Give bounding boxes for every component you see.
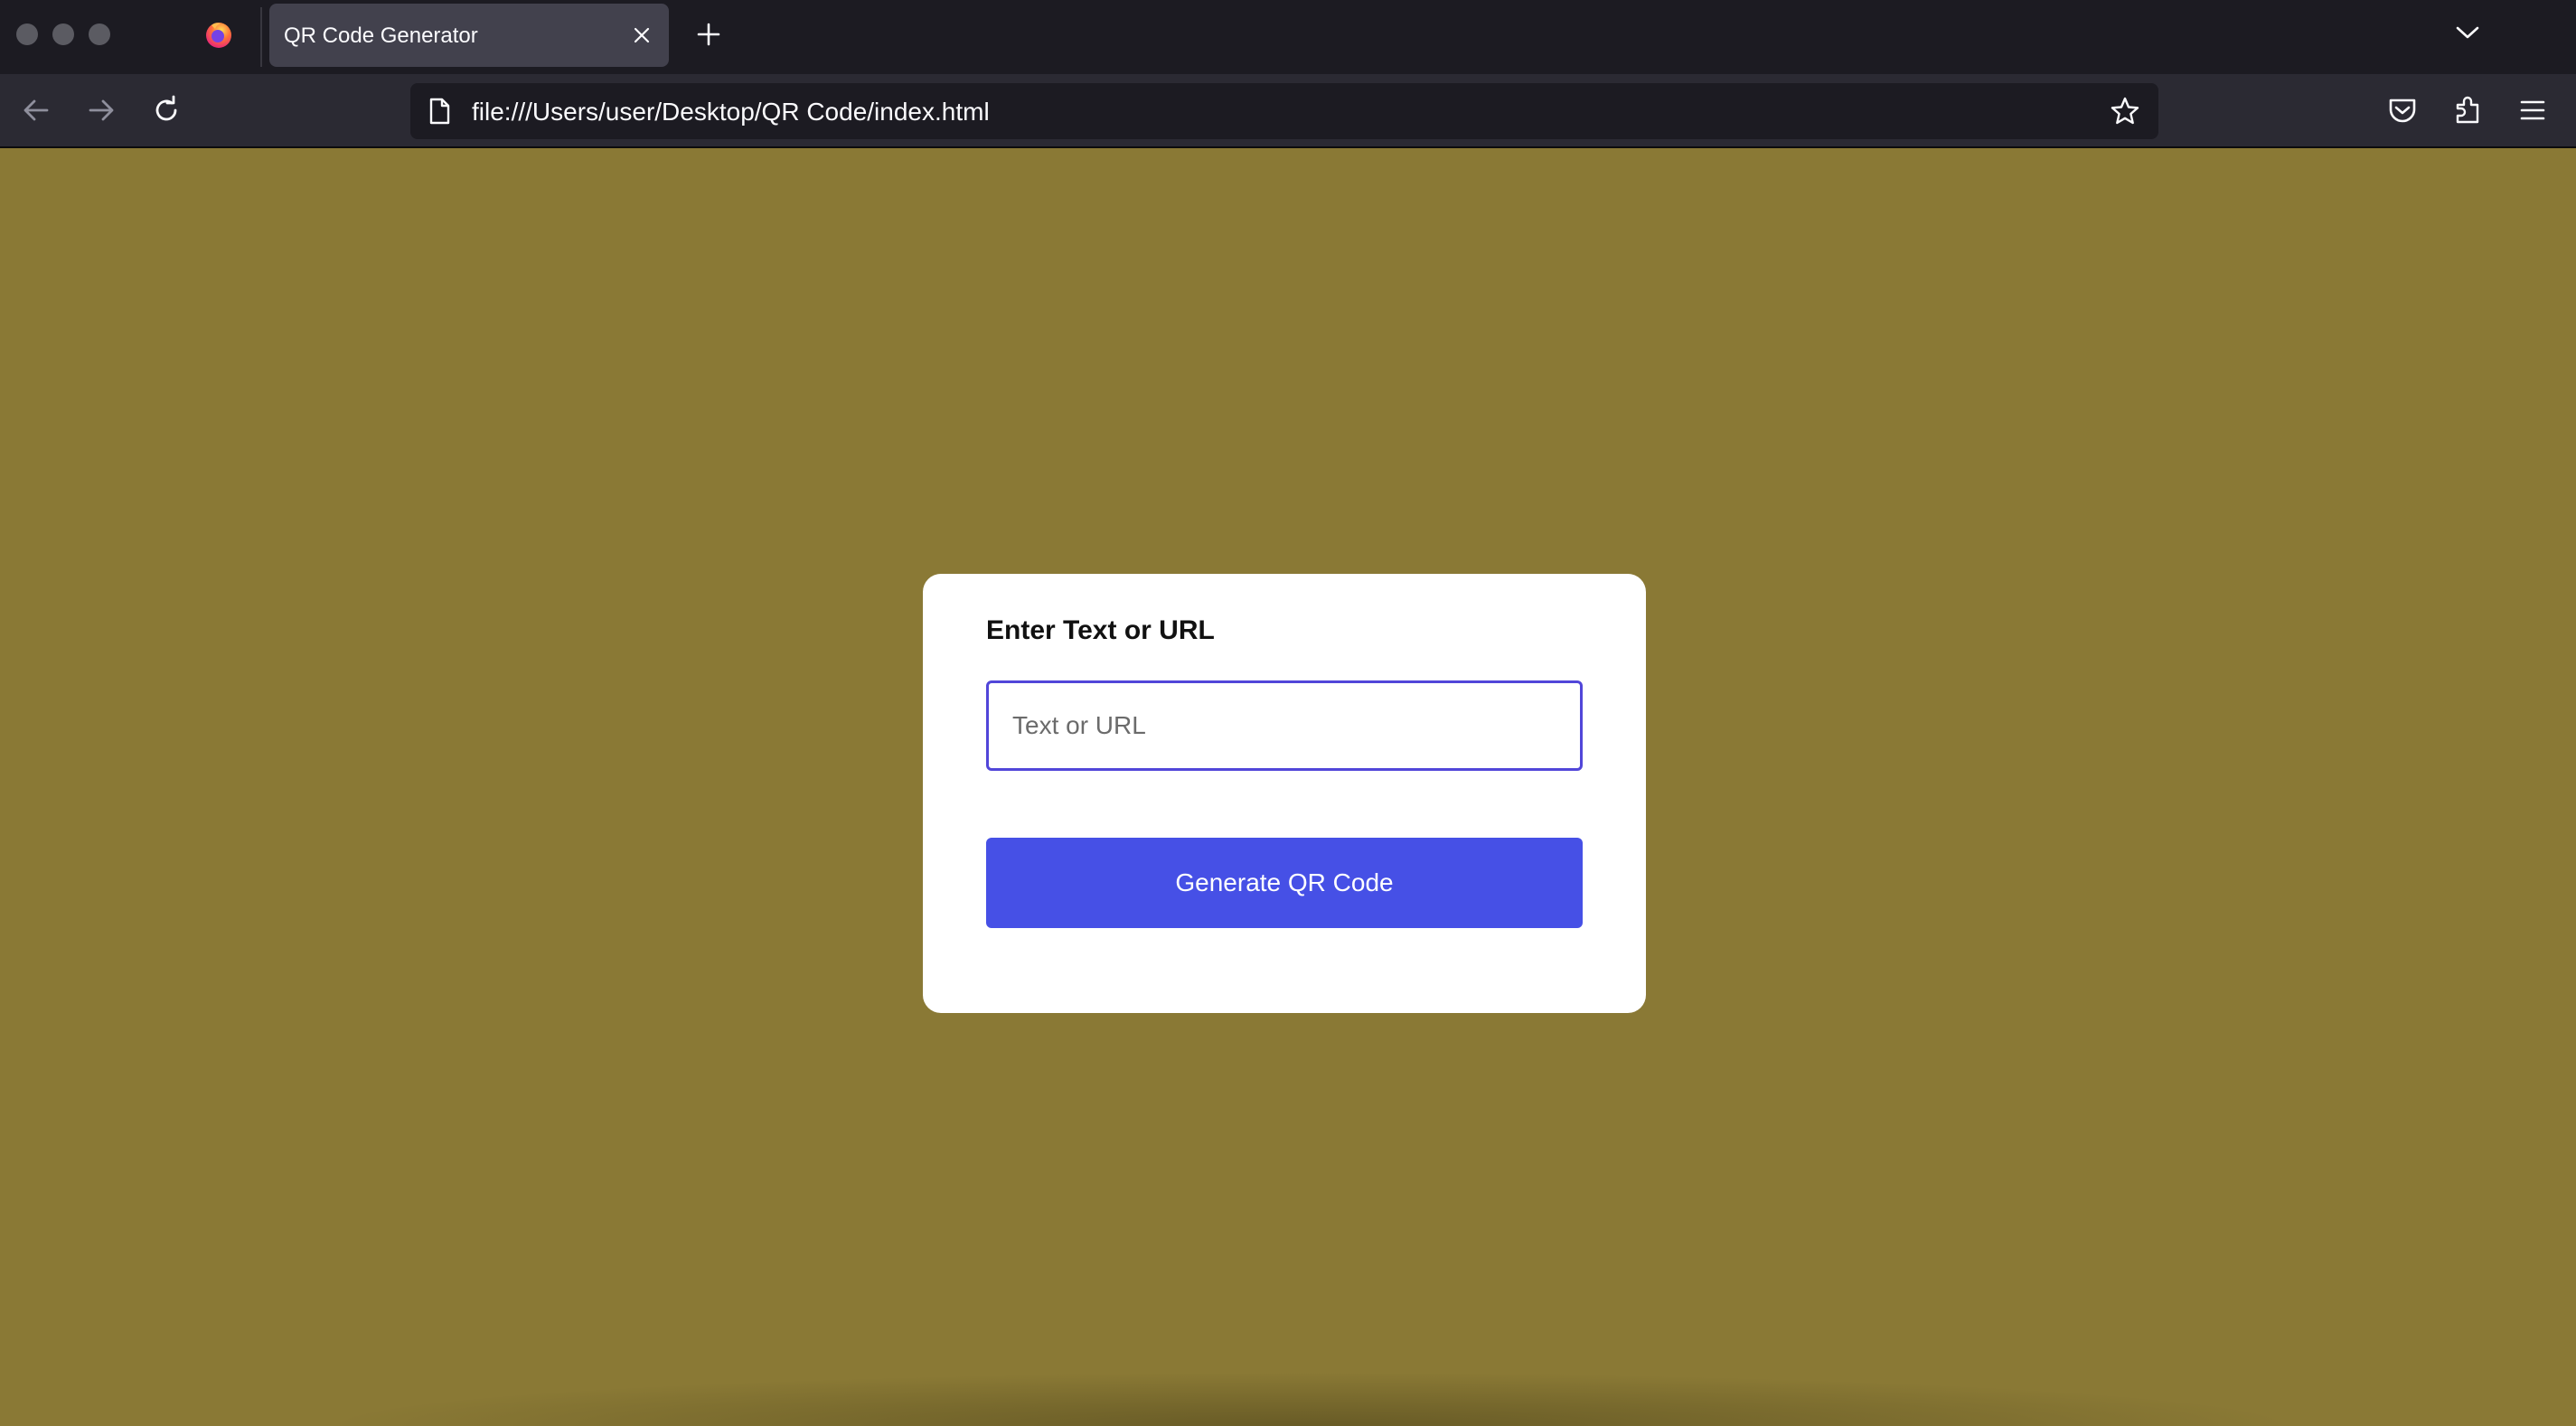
maximize-dot-icon[interactable] bbox=[89, 23, 110, 45]
tab-strip: QR Code Generator bbox=[0, 0, 2576, 74]
star-icon[interactable] bbox=[2110, 96, 2140, 127]
close-dot-icon[interactable] bbox=[16, 23, 38, 45]
minimize-dot-icon[interactable] bbox=[52, 23, 74, 45]
chevron-down-icon[interactable] bbox=[2455, 23, 2480, 42]
text-or-url-input[interactable] bbox=[986, 680, 1583, 771]
qr-form-card: Enter Text or URL Generate QR Code bbox=[923, 574, 1646, 1013]
forward-arrow-icon[interactable] bbox=[85, 94, 118, 127]
tab-title: QR Code Generator bbox=[284, 23, 478, 48]
tab-separator bbox=[260, 7, 262, 67]
plus-icon[interactable] bbox=[696, 22, 721, 47]
bottom-shadow bbox=[316, 1372, 2305, 1426]
pocket-icon[interactable] bbox=[2386, 94, 2419, 127]
extensions-icon[interactable] bbox=[2451, 94, 2484, 127]
page-icon bbox=[429, 98, 450, 125]
reload-icon[interactable] bbox=[150, 94, 183, 127]
close-icon[interactable] bbox=[633, 26, 651, 44]
back-arrow-icon[interactable] bbox=[20, 94, 52, 127]
page-viewport: Enter Text or URL Generate QR Code bbox=[0, 148, 2576, 1426]
tab-qr-code-generator[interactable]: QR Code Generator bbox=[269, 4, 669, 67]
url-text[interactable]: file:///Users/user/Desktop/QR Code/index… bbox=[472, 98, 990, 127]
firefox-icon bbox=[206, 23, 231, 48]
hamburger-menu-icon[interactable] bbox=[2516, 94, 2549, 127]
form-heading: Enter Text or URL bbox=[986, 615, 1215, 645]
generate-qr-code-button[interactable]: Generate QR Code bbox=[986, 838, 1583, 928]
url-bar[interactable]: file:///Users/user/Desktop/QR Code/index… bbox=[410, 83, 2158, 139]
